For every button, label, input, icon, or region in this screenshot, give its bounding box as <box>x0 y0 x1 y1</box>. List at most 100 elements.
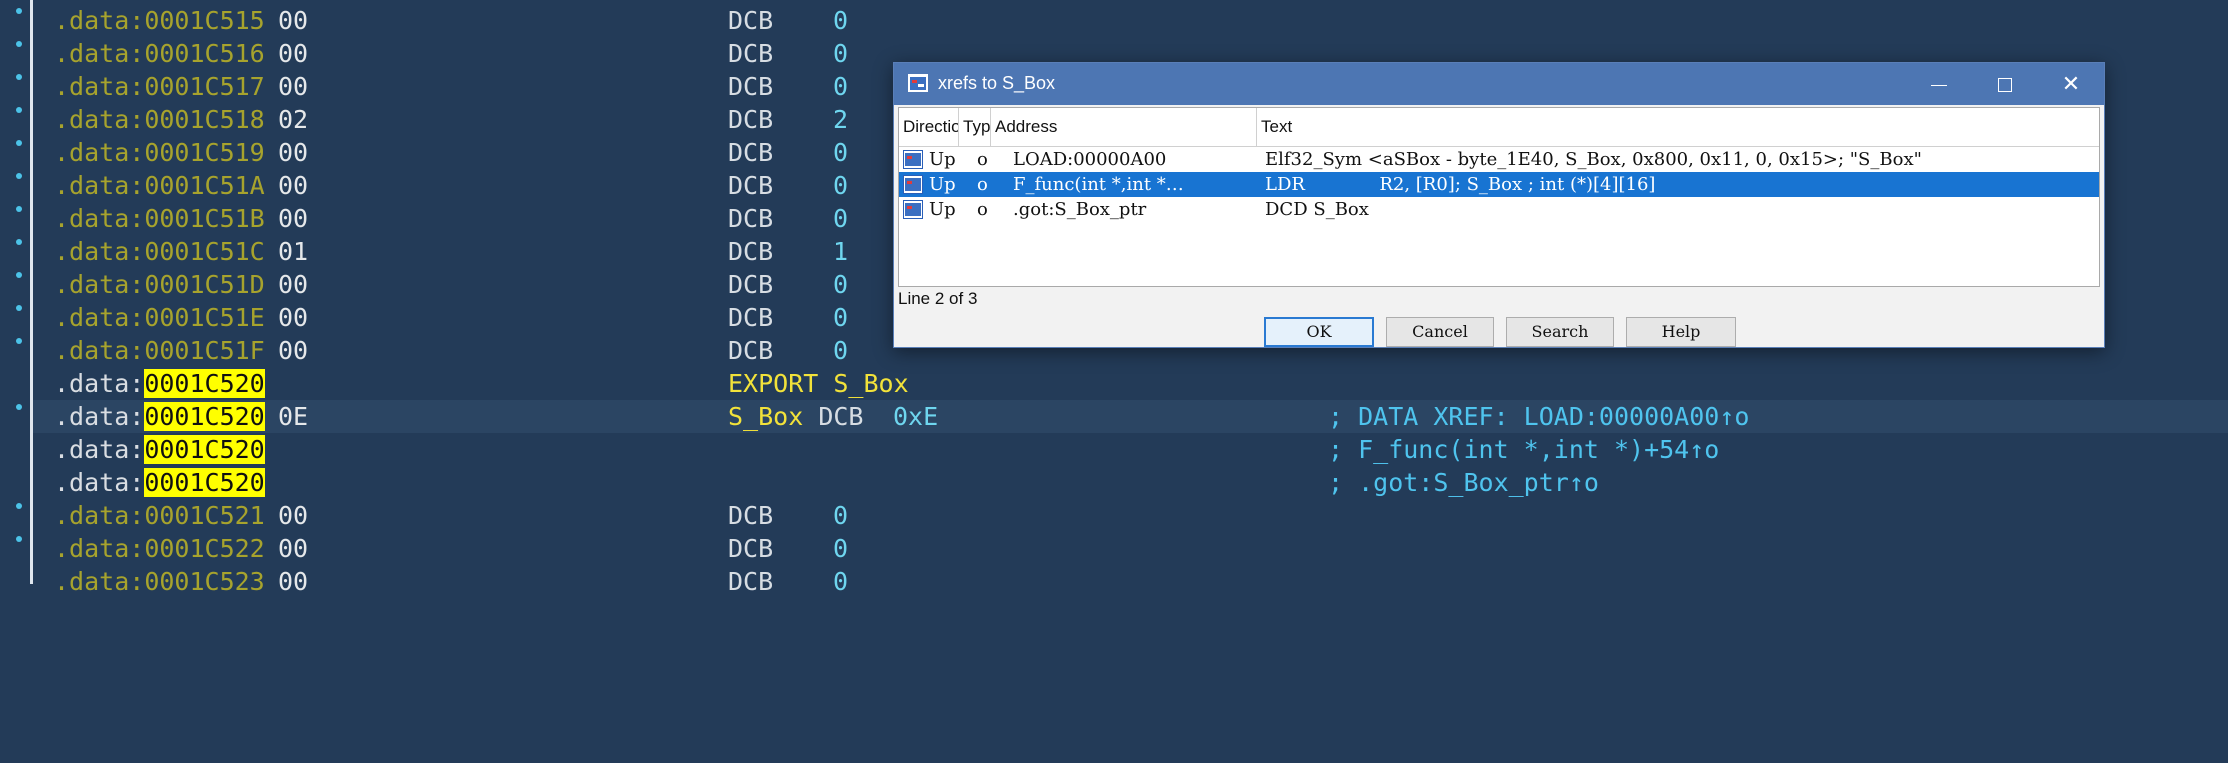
bullet-dot-icon <box>16 206 22 212</box>
cancel-button[interactable]: Cancel <box>1386 317 1494 347</box>
address: .data:0001C515 <box>54 6 265 35</box>
mnemonic: DCB <box>728 138 774 167</box>
mnemonic: DCB <box>728 501 774 530</box>
xref-row[interactable]: .data:0001C520 ; F_func(int *,int *)+54↑… <box>33 433 2228 466</box>
mnemonic: DCB <box>728 303 774 332</box>
bytes: 00 <box>278 270 309 299</box>
address: .data:0001C523 <box>54 567 265 596</box>
operand: 0 <box>833 39 849 68</box>
cell-direction: Up <box>929 174 956 195</box>
export-row[interactable]: .data:0001C520 EXPORT S_Box <box>33 367 2228 400</box>
bytes: 00 <box>278 336 309 365</box>
address-highlight: 0001C520 <box>144 402 265 431</box>
cell-address: LOAD:00000A00 <box>1013 149 1167 170</box>
current-row[interactable]: .data:0001C520 0E S_Box DCB 0xE ; DATA X… <box>33 400 2228 433</box>
address: .data:0001C51C <box>54 237 265 266</box>
xref-row-icon <box>903 175 923 194</box>
cell-text: DCD S_Box <box>1265 199 1369 220</box>
close-icon[interactable]: ✕ <box>2038 63 2104 105</box>
bytes: 01 <box>278 237 309 266</box>
mnemonic: DCB <box>728 204 774 233</box>
address: .data:0001C51D <box>54 270 265 299</box>
xref-comment[interactable]: ; F_func(int *,int *)+54↑o <box>1328 433 1719 466</box>
address: .data:0001C51E <box>54 303 265 332</box>
operand: 0 <box>833 336 849 365</box>
address-highlight: 0001C520 <box>144 435 265 464</box>
bullet-dot-icon <box>16 503 22 509</box>
mnemonic: DCB <box>728 237 774 266</box>
bytes: 00 <box>278 204 309 233</box>
address: .data:0001C518 <box>54 105 265 134</box>
bullet-dot-icon <box>16 239 22 245</box>
xref-row-icon <box>903 150 923 169</box>
operand: 0 <box>833 501 849 530</box>
operand: 0 <box>833 204 849 233</box>
status-text: Line 2 of 3 <box>898 289 978 308</box>
table-row[interactable]: Up o LOAD:00000A00 Elf32_Sym <aSBox - by… <box>899 147 2099 172</box>
mnemonic: DCB <box>728 534 774 563</box>
table-row-selected[interactable]: Up o F_func(int *,int *… LDR R2, [R0]; S… <box>899 172 2099 197</box>
listing-row[interactable]: .data:0001C515 00 DCB 0 <box>33 4 2228 37</box>
table-row[interactable]: Up o .got:S_Box_ptr DCD S_Box <box>899 197 2099 222</box>
mnemonic: DCB <box>728 6 774 35</box>
bytes: 0E <box>278 402 309 431</box>
operand: 0 <box>833 6 849 35</box>
listing-row[interactable]: .data:0001C522 00 DCB 0 <box>33 532 2228 565</box>
listing-row[interactable]: .data:0001C521 00 DCB 0 <box>33 499 2228 532</box>
cell-text: Elf32_Sym <aSBox - byte_1E40, S_Box, 0x8… <box>1265 149 1922 170</box>
xrefs-dialog[interactable]: xrefs to S_Box ✕ Directio Typ Address Te… <box>893 62 2105 348</box>
help-button[interactable]: Help <box>1626 317 1736 347</box>
dialog-titlebar[interactable]: xrefs to S_Box ✕ <box>894 63 2104 105</box>
address: .data:0001C521 <box>54 501 265 530</box>
search-button[interactable]: Search <box>1506 317 1614 347</box>
address: .data:0001C522 <box>54 534 265 563</box>
ok-button[interactable]: OK <box>1264 317 1374 347</box>
address: .data:0001C516 <box>54 39 265 68</box>
bytes: 00 <box>278 138 309 167</box>
operand: 0 <box>833 567 849 596</box>
mnemonic: DCB <box>728 105 774 134</box>
bytes: 00 <box>278 171 309 200</box>
address: .data:0001C51A <box>54 171 265 200</box>
mnemonic: DCB <box>728 72 774 101</box>
app-window-icon <box>908 74 928 92</box>
mnemonic: DCB <box>728 567 774 596</box>
address: .data:0001C51F <box>54 336 265 365</box>
column-header-type[interactable]: Typ <box>959 108 991 146</box>
column-header-text[interactable]: Text <box>1257 108 2099 146</box>
bullet-dot-icon <box>16 140 22 146</box>
symbol-label: S_Box <box>728 402 804 431</box>
bullet-dot-icon <box>16 536 22 542</box>
bytes: 00 <box>278 39 309 68</box>
maximize-icon[interactable] <box>1972 63 2038 105</box>
mnemonic: DCB <box>728 336 774 365</box>
cell-address: F_func(int *,int *… <box>1013 174 1184 195</box>
dialog-title: xrefs to S_Box <box>938 73 1056 93</box>
address: .data:0001C520 <box>54 402 265 431</box>
operand: 2 <box>833 105 849 134</box>
cell-type: o <box>977 199 988 220</box>
column-header-direction[interactable]: Directio <box>899 108 959 146</box>
bullet-dot-icon <box>16 41 22 47</box>
operand: 0 <box>833 303 849 332</box>
bytes: 00 <box>278 501 309 530</box>
operand: 0 <box>833 270 849 299</box>
cell-address: .got:S_Box_ptr <box>1013 199 1147 220</box>
gutter <box>0 0 30 584</box>
mnemonic: DCB <box>728 171 774 200</box>
table-header: Directio Typ Address Text <box>899 108 2099 147</box>
minimize-icon[interactable] <box>1906 63 1972 105</box>
address: .data:0001C51B <box>54 204 265 233</box>
bytes: 00 <box>278 6 309 35</box>
listing-row[interactable]: .data:0001C523 00 DCB 0 <box>33 565 2228 598</box>
label-and-mnemonic: S_Box DCB <box>728 402 864 431</box>
xrefs-table[interactable]: Directio Typ Address Text Up o LOAD:0000… <box>898 107 2100 287</box>
address: .data:0001C520 <box>54 468 265 497</box>
xref-comment[interactable]: ; DATA XREF: LOAD:00000A00↑o <box>1328 400 1749 433</box>
xref-comment[interactable]: ; .got:S_Box_ptr↑o <box>1328 466 1599 499</box>
address: .data:0001C517 <box>54 72 265 101</box>
xref-row-icon <box>903 200 923 219</box>
xref-row[interactable]: .data:0001C520 ; .got:S_Box_ptr↑o <box>33 466 2228 499</box>
address-highlight: 0001C520 <box>144 369 265 398</box>
column-header-address[interactable]: Address <box>991 108 1257 146</box>
